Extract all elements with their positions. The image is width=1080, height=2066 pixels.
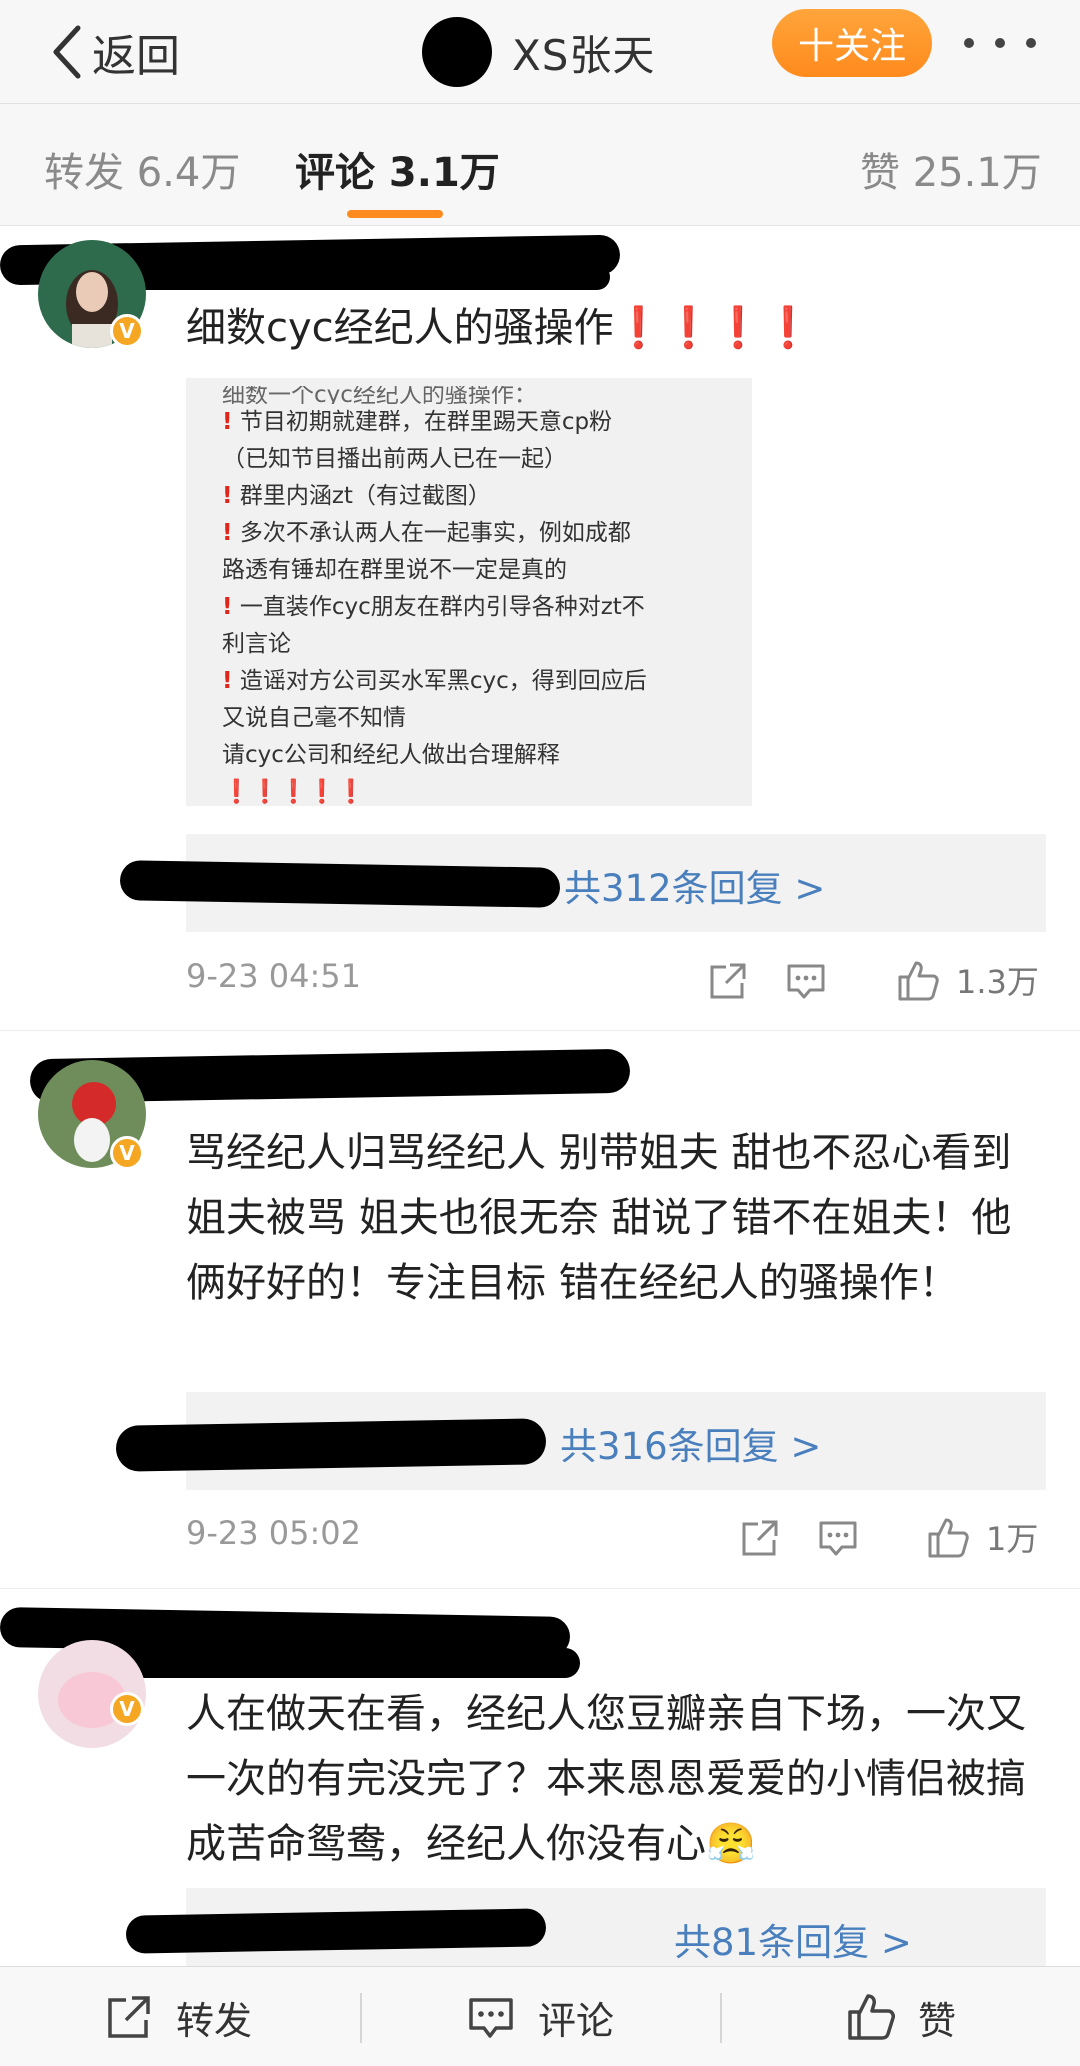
view-replies-link[interactable]: 共81条回复 >	[674, 1912, 912, 1966]
image-line: 利言论	[222, 631, 291, 657]
exclamation-icon: !	[222, 668, 233, 694]
comment-body: 人在做天在看，经纪人您豆瓣亲自下场，一次又一次的有完没完了？本来恩恩爱爱的小情侣…	[186, 1691, 1026, 1867]
image-line: 请cyc公司和经纪人做出合理解释	[222, 742, 560, 768]
divider	[0, 1588, 1080, 1589]
view-replies-link[interactable]: 共312条回复 >	[564, 858, 825, 912]
comment-icon	[469, 1998, 513, 2038]
tab-bar: 转发 6.4万 评论 3.1万 赞 25.1万	[0, 104, 1080, 226]
comment-image[interactable]: 细数一个cyc经纪人的骚操作： ! 节目初期就建群，在群里踢天意cp粉 （已知节…	[186, 378, 752, 806]
redaction-mark	[115, 1418, 547, 1472]
comment-label: 评论	[538, 1998, 615, 2043]
bottom-action-bar: 转发 评论 赞	[0, 1966, 1080, 2066]
image-line: 路透有锤却在群里说不一定是真的	[222, 557, 567, 583]
repost-button[interactable]: 转发	[104, 1987, 252, 2047]
comment-meta: 9-23 05:02 1万	[186, 1508, 1046, 1568]
share-icon[interactable]	[706, 959, 750, 1003]
share-icon	[108, 1996, 150, 2038]
tab-repost[interactable]: 转发 6.4万	[44, 140, 240, 198]
like-icon[interactable]	[926, 1516, 970, 1560]
like-icon	[848, 1994, 895, 2040]
like-button[interactable]: 赞	[846, 1987, 956, 2047]
comment-text: 骂经纪人归骂经纪人 别带姐夫 甜也不忍心看到姐夫被骂 姐夫也很无奈 甜说了错不在…	[186, 1130, 1012, 1306]
image-line: ! 一直装作cyc朋友在群内引导各种对zt不	[222, 594, 645, 620]
reply-icon[interactable]	[784, 959, 828, 1003]
verified-badge-icon: V	[110, 1692, 144, 1726]
image-line: ❗️❗️❗️❗️❗️	[222, 779, 366, 805]
exclamation-marks: ❗️❗️❗️❗️	[613, 305, 813, 351]
image-line: ! 节目初期就建群，在群里踢天意cp粉	[222, 409, 613, 435]
back-label: 返回	[92, 31, 180, 82]
tab-comment[interactable]: 评论 3.1万	[295, 140, 500, 198]
redaction-mark	[125, 1908, 547, 1954]
repost-label: 转发	[176, 1998, 253, 2043]
verified-badge-icon: V	[110, 1136, 144, 1170]
image-line: 细数一个cyc经纪人的骚操作：	[222, 386, 537, 404]
comment-button[interactable]: 评论	[466, 1987, 614, 2047]
comment-meta: 9-23 04:51 1.3万	[186, 951, 1046, 1011]
divider	[0, 1030, 1080, 1031]
like-label: 赞	[918, 1998, 957, 2043]
comment-time: 9-23 04:51	[186, 957, 362, 995]
image-line: ! 群里内涵zt（有过截图）	[222, 483, 491, 509]
comment-time: 9-23 05:02	[186, 1514, 362, 1552]
reply-icon[interactable]	[816, 1516, 860, 1560]
image-line: 又说自己毫不知情	[222, 705, 406, 731]
image-line: ! 多次不承认两人在一起事实，例如成都	[222, 520, 631, 546]
share-icon[interactable]	[738, 1516, 782, 1560]
more-options-icon[interactable]	[950, 12, 1050, 74]
back-button[interactable]: 返回	[48, 12, 180, 92]
image-line: （已知节目播出前两人已在一起）	[222, 446, 567, 472]
image-line: ! 造谣对方公司买水军黑cyc，得到回应后	[222, 668, 647, 694]
follow-button[interactable]: 十关注	[772, 9, 932, 77]
post-author[interactable]: XS张天	[422, 10, 655, 94]
top-nav-bar: 返回 XS张天 十关注	[0, 0, 1080, 104]
comment-text: 人在做天在看，经纪人您豆瓣亲自下场，一次又一次的有完没完了？本来恩恩爱爱的小情侣…	[186, 1682, 1046, 1877]
replies-preview[interactable]: 共81条回复 >	[125, 1888, 1046, 1966]
exclamation-icon: !	[222, 520, 233, 546]
like-count: 1.3万	[956, 963, 1039, 1001]
author-name[interactable]: XS张天	[512, 22, 655, 83]
divider	[360, 1993, 362, 2043]
redaction-mark	[90, 264, 610, 290]
exclamation-icon: !	[222, 483, 233, 509]
angry-emoji-icon: 😤	[706, 1821, 756, 1867]
comment-body: 细数cyc经纪人的骚操作	[186, 305, 614, 351]
active-tab-indicator	[347, 210, 443, 218]
author-avatar[interactable]	[422, 17, 492, 87]
tab-like[interactable]: 赞 25.1万	[860, 140, 1042, 198]
view-replies-link[interactable]: 共316条回复 >	[560, 1416, 821, 1470]
exclamation-icon: !	[222, 409, 233, 435]
chevron-left-icon	[53, 25, 81, 79]
divider	[720, 1993, 722, 2043]
comment-text: 细数cyc经纪人的骚操作❗️❗️❗️❗️	[186, 296, 1046, 361]
replies-preview[interactable]: 共312条回复 >	[119, 834, 1046, 932]
replies-preview[interactable]: 共316条回复 >	[115, 1392, 1046, 1490]
exclamation-icon: !	[222, 594, 233, 620]
like-icon[interactable]	[896, 959, 940, 1003]
verified-badge-icon: V	[110, 314, 144, 348]
like-count: 1万	[986, 1520, 1039, 1558]
redaction-mark	[119, 860, 561, 908]
